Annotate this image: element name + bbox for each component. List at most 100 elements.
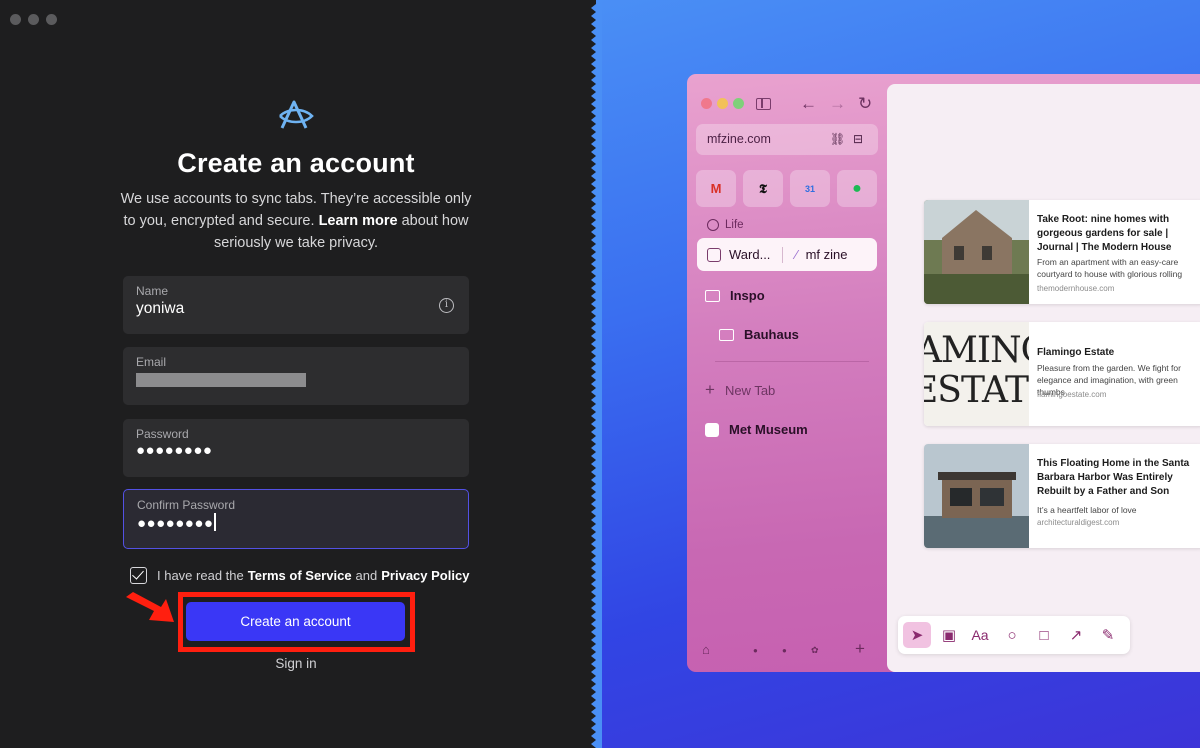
circle-tool-icon: ○ xyxy=(1007,626,1017,644)
link-icon: ⛓ xyxy=(830,132,846,146)
met-museum-label: Met Museum xyxy=(729,422,808,437)
text-tool-icon: Aa xyxy=(971,627,989,643)
arrow-tool-icon: ↗ xyxy=(1069,627,1083,644)
email-redacted-value[interactable] xyxy=(136,373,306,387)
folder-bauhaus-label: Bauhaus xyxy=(744,327,799,342)
space-dot-icon: ● xyxy=(753,646,758,655)
name-field[interactable]: Name yoniwa i xyxy=(123,276,469,334)
terms-prefix: I have read the xyxy=(157,568,244,583)
gmail-icon: M xyxy=(696,170,736,207)
password-value[interactable]: ●●●●●●●● xyxy=(136,442,212,459)
spotify-icon: ● xyxy=(837,170,877,207)
card-title: Take Root: nine homes with gorgeous gard… xyxy=(1037,214,1172,253)
flamingo-thumb-text: AMING xyxy=(924,330,1029,371)
browser-window-controls xyxy=(701,98,744,109)
terms-row: I have read the Terms of Service and Pri… xyxy=(130,567,469,584)
privacy-policy-link[interactable]: Privacy Policy xyxy=(381,568,469,583)
url-bar: mfzine.com ⛓ ⊟ xyxy=(696,124,878,155)
sidebar-divider xyxy=(715,361,869,362)
card-domain: architecturaldigest.com xyxy=(1037,518,1120,527)
folder-inspo: Inspo xyxy=(705,288,765,303)
pointer-tool-icon: ➤ xyxy=(903,622,931,648)
flamingo-thumb-text: ESTATE xyxy=(924,370,1029,411)
card-domain: themodernhouse.com xyxy=(1037,284,1115,293)
email-field[interactable]: Email xyxy=(123,347,469,405)
confirm-password-value[interactable]: ●●●●●●●● xyxy=(137,513,216,532)
confirm-password-dots: ●●●●●●●● xyxy=(137,515,214,532)
card-domain: flamingoestate.com xyxy=(1037,390,1107,399)
folder-icon xyxy=(719,328,734,341)
name-label: Name xyxy=(136,284,169,298)
space-dot-icon: ● xyxy=(782,646,787,655)
plus-icon: + xyxy=(705,380,715,399)
link-card: This Floating Home in the Santa Barbara … xyxy=(924,444,1200,548)
browser-minimize-icon xyxy=(717,98,728,109)
new-tab-label: New Tab xyxy=(724,382,776,398)
password-label: Password xyxy=(136,427,189,441)
text-caret xyxy=(214,513,216,531)
sign-in-link[interactable]: Sign in xyxy=(0,656,592,671)
image-tool-icon: ▣ xyxy=(941,627,957,644)
card-description: It’s a heartfelt labor of love xyxy=(1037,505,1137,515)
arc-browser-preview: ← → ↻ mfzine.com ⛓ ⊟ M 𝕿 31 ● Life Ward.… xyxy=(687,74,1200,672)
maximize-window-icon[interactable] xyxy=(46,14,57,25)
split-tab-right-label: mf zine xyxy=(805,247,848,262)
met-museum-tab: Met Museum xyxy=(705,422,808,437)
calendar-icon: 31 xyxy=(790,170,830,207)
folder-bauhaus: Bauhaus xyxy=(719,327,799,342)
flamingo-thumbnail: AMING ESTATE xyxy=(924,322,1029,426)
square-tool-icon: □ xyxy=(1039,626,1049,644)
space-label: Life xyxy=(707,219,744,231)
minimize-window-icon[interactable] xyxy=(28,14,39,25)
reload-icon: ↻ xyxy=(858,94,873,113)
learn-more-link[interactable]: Learn more xyxy=(319,213,398,229)
folder-icon xyxy=(705,289,720,302)
confirm-password-field[interactable]: Confirm Password ●●●●●●●● xyxy=(123,489,469,549)
terms-of-service-link[interactable]: Terms of Service xyxy=(248,568,352,583)
link-card: Take Root: nine homes with gorgeous gard… xyxy=(924,200,1200,304)
signup-pane: Create an account We use accounts to syn… xyxy=(0,0,600,748)
clock-icon xyxy=(707,219,719,231)
back-arrow-icon: ← xyxy=(800,94,817,113)
card-description: From an apartment with an easy-care cour… xyxy=(1037,257,1183,279)
nyt-icon: 𝕿 xyxy=(743,170,783,207)
space-dot-icon: ✿ xyxy=(811,645,819,655)
mf-zine-favicon: ⁄ xyxy=(795,247,798,262)
link-card: AMING ESTATE Flamingo Estate Pleasure fr… xyxy=(924,322,1200,426)
easel-toolbar: ➤ ▣ Aa ○ □ ↗ ✎ xyxy=(898,616,1130,654)
library-icon: ⌂ xyxy=(702,642,710,657)
terms-checkbox[interactable] xyxy=(130,567,147,584)
add-space-icon: + xyxy=(855,639,865,658)
met-museum-favicon xyxy=(705,422,719,437)
split-view-tab: Ward... ⁄ mf zine xyxy=(697,238,877,271)
password-field[interactable]: Password ●●●●●●●● xyxy=(123,419,469,477)
site-settings-icon: ⊟ xyxy=(853,132,864,146)
split-tab-left-label: Ward... xyxy=(729,247,771,262)
info-icon[interactable]: i xyxy=(439,298,454,313)
red-arrow-annotation xyxy=(126,592,174,622)
email-label: Email xyxy=(136,355,167,369)
url-text: mfzine.com xyxy=(707,132,771,146)
create-account-button[interactable]: Create an account xyxy=(186,602,405,641)
name-value[interactable]: yoniwa xyxy=(136,300,184,318)
split-tab-favicon xyxy=(707,247,721,262)
window-controls[interactable] xyxy=(10,14,57,25)
sidebar-toggle-icon xyxy=(756,98,771,110)
page-title: Create an account xyxy=(177,148,415,178)
forward-arrow-icon: → xyxy=(829,94,846,113)
new-tab-item: + New Tab xyxy=(705,380,775,400)
browser-close-icon xyxy=(701,98,712,109)
pen-tool-icon: ✎ xyxy=(1101,627,1115,644)
arc-logo-icon xyxy=(279,100,314,129)
easel-canvas: Take Root: nine homes with gorgeous gard… xyxy=(887,84,1200,672)
browser-maximize-icon xyxy=(733,98,744,109)
torn-edge-decoration xyxy=(591,0,602,748)
card-title: This Floating Home in the Santa Barbara … xyxy=(1037,458,1190,497)
folder-inspo-label: Inspo xyxy=(730,288,765,303)
subtitle: We use accounts to sync tabs. They’re ac… xyxy=(118,188,474,254)
floating-home-thumbnail xyxy=(924,444,1029,548)
space-label-text: Life xyxy=(725,219,744,231)
close-window-icon[interactable] xyxy=(10,14,21,25)
card-title: Flamingo Estate xyxy=(1037,347,1115,358)
terms-and: and xyxy=(355,568,378,583)
